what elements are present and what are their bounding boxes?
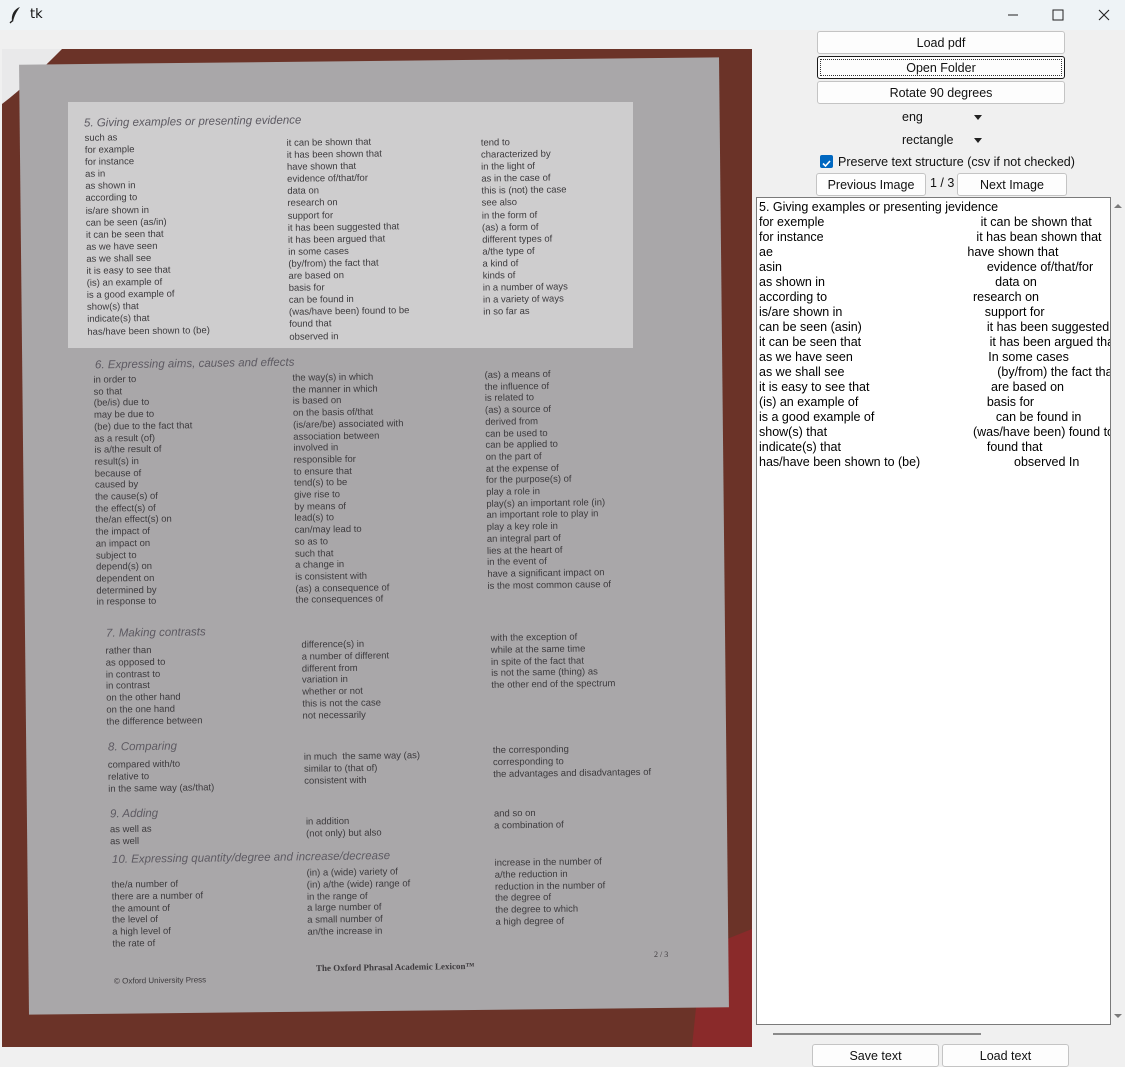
section-column: difference(s) in a number of different d… <box>301 638 390 722</box>
section-column: (in) a (wide) variety of (in) a/the (wid… <box>306 866 411 938</box>
save-text-button[interactable]: Save text <box>812 1044 939 1067</box>
footer-copyright: © Oxford University Press <box>113 975 207 986</box>
open-folder-button[interactable]: Open Folder <box>817 56 1065 79</box>
ocr-text-line: it is easy to see that are based on <box>759 380 1064 394</box>
language-select[interactable]: eng <box>902 110 992 126</box>
previous-image-button[interactable]: Previous Image <box>816 173 926 196</box>
ocr-text-line: according to research on <box>759 290 1039 304</box>
section-column: in addition (not only) but also <box>305 815 382 840</box>
ocr-text-line: ae have shown that <box>759 245 1059 259</box>
scroll-down-icon <box>1114 1014 1122 1018</box>
section-column: the corresponding corresponding to the a… <box>492 744 652 780</box>
section-column: in much the same way (as) similar to (th… <box>303 750 421 787</box>
shape-select[interactable]: rectangle <box>902 133 992 149</box>
maximize-button[interactable] <box>1035 0 1081 30</box>
ocr-text-line: as we have seen In some cases <box>759 350 1069 364</box>
page-mark: 2 / 3 <box>654 950 669 959</box>
preserve-structure-checkbox[interactable] <box>820 155 833 168</box>
section-column: rather than as opposed to in contrast to… <box>105 645 203 728</box>
section-column: and so on a combination of <box>493 807 564 832</box>
ocr-text-line: is/are shown in support for <box>759 305 1045 319</box>
preserve-structure-label: Preserve text structure (csv if not chec… <box>838 155 1075 169</box>
section-heading: 8. Comparing <box>107 740 178 754</box>
minimize-button[interactable] <box>990 0 1036 30</box>
section-column: with the exception of while at the same … <box>490 631 616 692</box>
load-text-button[interactable]: Load text <box>942 1044 1069 1067</box>
ocr-text-line: 5. Giving examples or presenting jeviden… <box>759 200 999 214</box>
section-column: increase in the number of a/the reductio… <box>494 856 606 928</box>
load-pdf-button[interactable]: Load pdf <box>817 31 1065 54</box>
section-column: tend to characterized by in the light of… <box>480 137 568 318</box>
ocr-text-area[interactable]: 5. Giving examples or presenting jeviden… <box>756 197 1111 1025</box>
chevron-down-icon <box>974 115 982 120</box>
ocr-text-line: can be seen (asin) it has been suggested… <box>759 320 1111 334</box>
document-image-canvas[interactable]: 5. Giving examples or presenting evidenc… <box>2 49 752 1047</box>
section-column: the way(s) in which the manner in which … <box>292 371 404 607</box>
ocr-text-line: is a good example of can be found in <box>759 410 1082 424</box>
ocr-text-line: for instance it has bean shown that <box>759 230 1102 244</box>
title-bar: tk <box>0 0 1125 30</box>
rotate-button[interactable]: Rotate 90 degrees <box>817 81 1065 104</box>
vertical-scrollbar[interactable] <box>1111 197 1125 1025</box>
section-column: compared with/to relative to in the same… <box>107 758 215 795</box>
close-button[interactable] <box>1081 0 1125 30</box>
section-column: (as) a means of the influence of is rela… <box>484 368 612 592</box>
scroll-up-icon <box>1114 204 1122 208</box>
checkmark-icon <box>822 160 831 168</box>
ocr-text-line: for exemple it can be shown that <box>759 215 1092 229</box>
ocr-text-line: (is) an example of basis for <box>759 395 1035 409</box>
ocr-text-line: it can be seen that it has been argued t… <box>759 335 1111 349</box>
ocr-text-line: show(s) that (was/have been) found to be <box>759 425 1111 439</box>
ocr-text-line: as shown in data on <box>759 275 1037 289</box>
language-value: eng <box>902 110 923 124</box>
window-title: tk <box>30 7 43 22</box>
section-heading: 9. Adding <box>109 807 159 821</box>
section-column: it can be shown that it has been shown t… <box>286 136 410 343</box>
chevron-down-icon <box>974 138 982 143</box>
next-image-button[interactable]: Next Image <box>957 173 1067 196</box>
section-column: in order to so that (be/is) due to may b… <box>93 374 193 609</box>
maximize-icon <box>1052 9 1064 21</box>
page-counter: 1 / 3 <box>930 176 955 190</box>
section-heading: 7. Making contrasts <box>105 626 206 640</box>
ocr-text-line: asin evidence of/that/for <box>759 260 1094 274</box>
shape-value: rectangle <box>902 133 954 147</box>
ocr-text-line: indicate(s) that found that <box>759 440 1043 454</box>
close-icon <box>1098 9 1110 21</box>
minimize-icon <box>1008 14 1018 16</box>
horizontal-scrollbar[interactable] <box>773 1033 981 1035</box>
feather-icon <box>9 7 20 24</box>
section-column: such as for example for instance as in a… <box>84 132 210 338</box>
section-column: as well as as well <box>109 823 152 848</box>
section-column: the/a number of there are a number of th… <box>111 878 204 950</box>
ocr-text-line: has/have been shown to (be) observed In <box>759 455 1080 469</box>
ocr-text-line: as we shall see (by/from) the fact that <box>759 365 1111 379</box>
